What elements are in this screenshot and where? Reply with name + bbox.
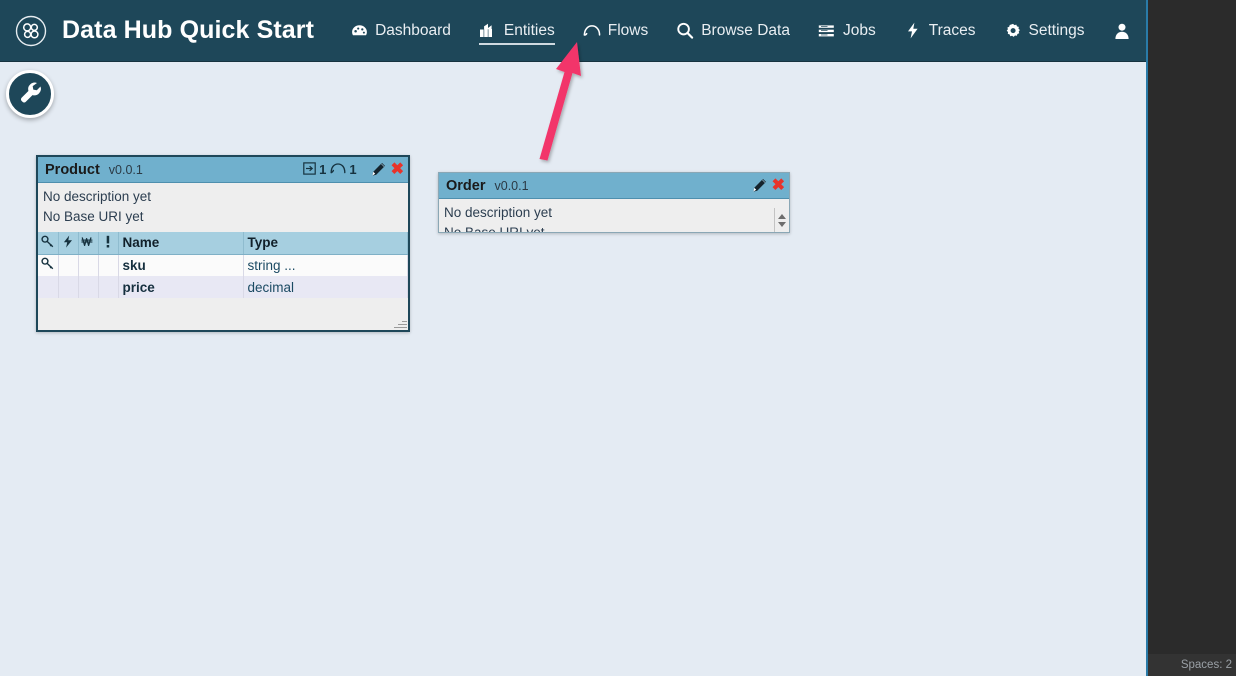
entity-card-product-description: No description yet — [43, 187, 403, 207]
entity-card-order-scroll-spinner[interactable] — [774, 208, 789, 233]
property-key-cell[interactable] — [38, 276, 58, 298]
nav-item-user-account[interactable] — [1099, 0, 1148, 62]
traces-icon — [904, 22, 922, 40]
entity-instance-count: 1 — [319, 162, 326, 177]
entity-card-product-property-table: Name Type — [38, 232, 408, 298]
nav-item-dashboard-label: Dashboard — [375, 23, 451, 39]
property-type: string ... — [243, 254, 408, 276]
chevron-up-icon[interactable] — [778, 214, 786, 219]
tools-wrench-button[interactable] — [6, 70, 54, 118]
column-header-name[interactable]: Name — [118, 232, 243, 254]
entity-card-product[interactable]: Product v0.0.1 1 — [36, 155, 410, 332]
property-lightning-cell[interactable] — [58, 254, 78, 276]
table-row[interactable]: price decimal — [38, 276, 408, 298]
entity-card-order-base-uri: No Base URI yet — [444, 223, 784, 233]
nav-item-flows-label: Flows — [608, 23, 648, 39]
pencil-edit-icon[interactable] — [752, 178, 767, 193]
wrench-icon — [17, 79, 43, 110]
property-required-cell[interactable] — [98, 254, 118, 276]
key-icon — [41, 236, 54, 251]
nav-item-browse-data-label: Browse Data — [701, 23, 790, 39]
chevron-down-icon[interactable] — [778, 222, 786, 227]
entity-card-product-resize-handle[interactable] — [393, 317, 407, 329]
property-won-cell[interactable] — [78, 254, 98, 276]
table-row[interactable]: sku string ... — [38, 254, 408, 276]
flows-icon — [583, 22, 601, 40]
jobs-icon — [818, 22, 836, 40]
column-header-type[interactable]: Type — [243, 232, 408, 254]
property-won-cell[interactable] — [78, 276, 98, 298]
entity-card-product-version: v0.0.1 — [109, 163, 143, 177]
column-header-lightning[interactable] — [58, 232, 78, 254]
column-header-key[interactable] — [38, 232, 58, 254]
app-title: Data Hub Quick Start — [62, 16, 314, 45]
column-header-won[interactable] — [78, 232, 98, 254]
property-key-cell[interactable] — [38, 254, 58, 276]
nav-item-settings-label: Settings — [1029, 23, 1085, 39]
property-table-header-row: Name Type — [38, 232, 408, 254]
relationship-count: 1 — [349, 162, 356, 177]
nav-active-underline — [479, 43, 555, 45]
required-icon — [105, 236, 111, 251]
nav-item-browse-data[interactable]: Browse Data — [662, 0, 804, 62]
entity-card-product-base-uri: No Base URI yet — [43, 207, 403, 227]
entity-card-product-filler — [38, 298, 408, 332]
nav-item-traces[interactable]: Traces — [890, 0, 990, 62]
dashboard-icon — [350, 22, 368, 40]
entity-instance-badge[interactable]: 1 — [303, 162, 326, 178]
nav-item-jobs-label: Jobs — [843, 23, 876, 39]
entity-card-order-version: v0.0.1 — [495, 179, 529, 193]
delete-x-icon[interactable]: ✖ — [391, 162, 404, 178]
entity-card-product-badges: 1 1 — [303, 162, 356, 178]
entity-card-order-header[interactable]: Order v0.0.1 ✖ — [439, 173, 789, 199]
won-icon — [81, 236, 95, 251]
entities-icon — [479, 22, 497, 40]
user-account-icon — [1113, 22, 1131, 40]
search-icon — [676, 22, 694, 40]
entity-card-order-description: No description yet — [444, 203, 784, 223]
nav-item-settings[interactable]: Settings — [990, 0, 1099, 62]
gear-icon — [1004, 22, 1022, 40]
column-header-required[interactable] — [98, 232, 118, 254]
pencil-edit-icon[interactable] — [371, 162, 386, 177]
entity-card-order-actions: ✖ — [752, 178, 785, 194]
entity-card-product-name: Product — [45, 162, 100, 178]
delete-x-icon[interactable]: ✖ — [772, 178, 785, 194]
browser-window: Data Hub Quick Start Dashboard — [0, 0, 1148, 676]
property-name: sku — [118, 254, 243, 276]
property-required-cell[interactable] — [98, 276, 118, 298]
entity-card-product-actions: ✖ — [371, 162, 404, 178]
entity-card-product-meta: No description yet No Base URI yet — [38, 183, 408, 232]
entity-card-product-header[interactable]: Product v0.0.1 1 — [38, 157, 408, 183]
key-icon — [41, 258, 54, 273]
nav-item-dashboard[interactable]: Dashboard — [336, 0, 465, 62]
nav-item-jobs[interactable]: Jobs — [804, 0, 890, 62]
relationship-arc-icon — [330, 162, 346, 178]
entity-card-order-meta: No description yet No Base URI yet — [439, 199, 789, 233]
marklogic-circle-logo[interactable] — [14, 14, 48, 48]
nav-item-flows[interactable]: Flows — [569, 0, 662, 62]
editor-spaces-indicator[interactable]: Spaces: 2 — [1181, 659, 1232, 671]
nav-item-traces-label: Traces — [929, 23, 976, 39]
entity-card-order[interactable]: Order v0.0.1 ✖ No description yet — [438, 172, 790, 233]
entity-card-order-name: Order — [446, 178, 486, 194]
property-lightning-cell[interactable] — [58, 276, 78, 298]
editor-status-bar: Spaces: 2 — [1148, 654, 1236, 676]
nav-item-entities[interactable]: Entities — [465, 0, 569, 62]
property-name: price — [118, 276, 243, 298]
top-navigation-bar: Data Hub Quick Start Dashboard — [0, 0, 1146, 62]
lightning-icon — [63, 236, 73, 251]
entity-modeler-canvas[interactable]: Product v0.0.1 1 — [0, 62, 1146, 676]
property-type: decimal — [243, 276, 408, 298]
relationship-badge[interactable]: 1 — [330, 162, 356, 178]
nav-item-entities-label: Entities — [504, 23, 555, 39]
entity-instance-icon — [303, 162, 316, 178]
